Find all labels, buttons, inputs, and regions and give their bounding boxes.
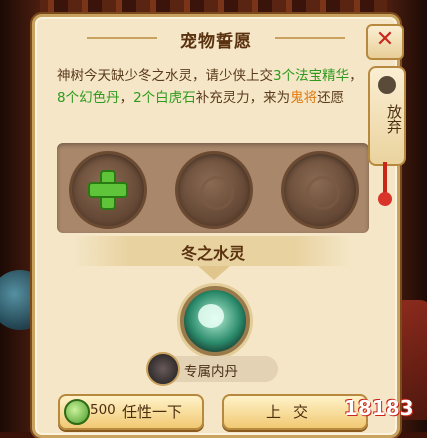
- watermark: 18183: [344, 396, 414, 420]
- title-bar: 宠物誓愿: [35, 17, 397, 59]
- spirit-face-icon: [198, 304, 224, 328]
- close-icon: ✕: [375, 27, 395, 52]
- give-up-label: 放弃: [385, 104, 403, 134]
- item-slots: [57, 143, 369, 233]
- description-segment: 2个白虎石: [133, 90, 196, 106]
- description-segment: ，: [119, 90, 134, 106]
- submit-label: 上交: [265, 403, 320, 421]
- description-segment: 补充灵力，来为: [195, 90, 291, 106]
- quest-description: 神树今天缺少冬之水灵，请少侠上交3个法宝精华，8个幻色丹，2个白虎石补充灵力，来…: [57, 65, 369, 109]
- exclusive-label: 专属内丹: [184, 364, 238, 380]
- empty-slot[interactable]: [281, 151, 359, 229]
- inner-dan-icon[interactable]: [146, 352, 180, 386]
- empty-slot[interactable]: [175, 151, 253, 229]
- description-segment: 还愿: [317, 90, 345, 106]
- description-segment: 8个幻色丹: [57, 90, 120, 106]
- empty-slot-icon: [306, 176, 340, 210]
- panel-title: 宠物誓愿: [180, 32, 252, 52]
- target-name: 冬之水灵: [180, 244, 245, 263]
- close-button[interactable]: ✕: [366, 24, 404, 60]
- bell-icon: [378, 76, 396, 94]
- description-segment: 鬼将: [290, 90, 318, 106]
- indulge-label: 任性一下: [122, 403, 183, 421]
- description-segment: 神树今天缺少冬之水灵，请少侠上交: [57, 68, 273, 84]
- add-item-slot[interactable]: [69, 151, 147, 229]
- plus-icon-bar: [88, 182, 128, 198]
- description-segment: ，: [349, 68, 363, 84]
- empty-slot-icon: [200, 176, 234, 210]
- coin-icon: [64, 399, 90, 425]
- indulge-cost: 500: [90, 402, 116, 418]
- description-segment: 3个法宝精华: [273, 68, 350, 84]
- arrow-down-icon: [198, 266, 230, 280]
- tassel-bead: [378, 192, 392, 206]
- give-up-tab[interactable]: 放弃: [368, 66, 406, 166]
